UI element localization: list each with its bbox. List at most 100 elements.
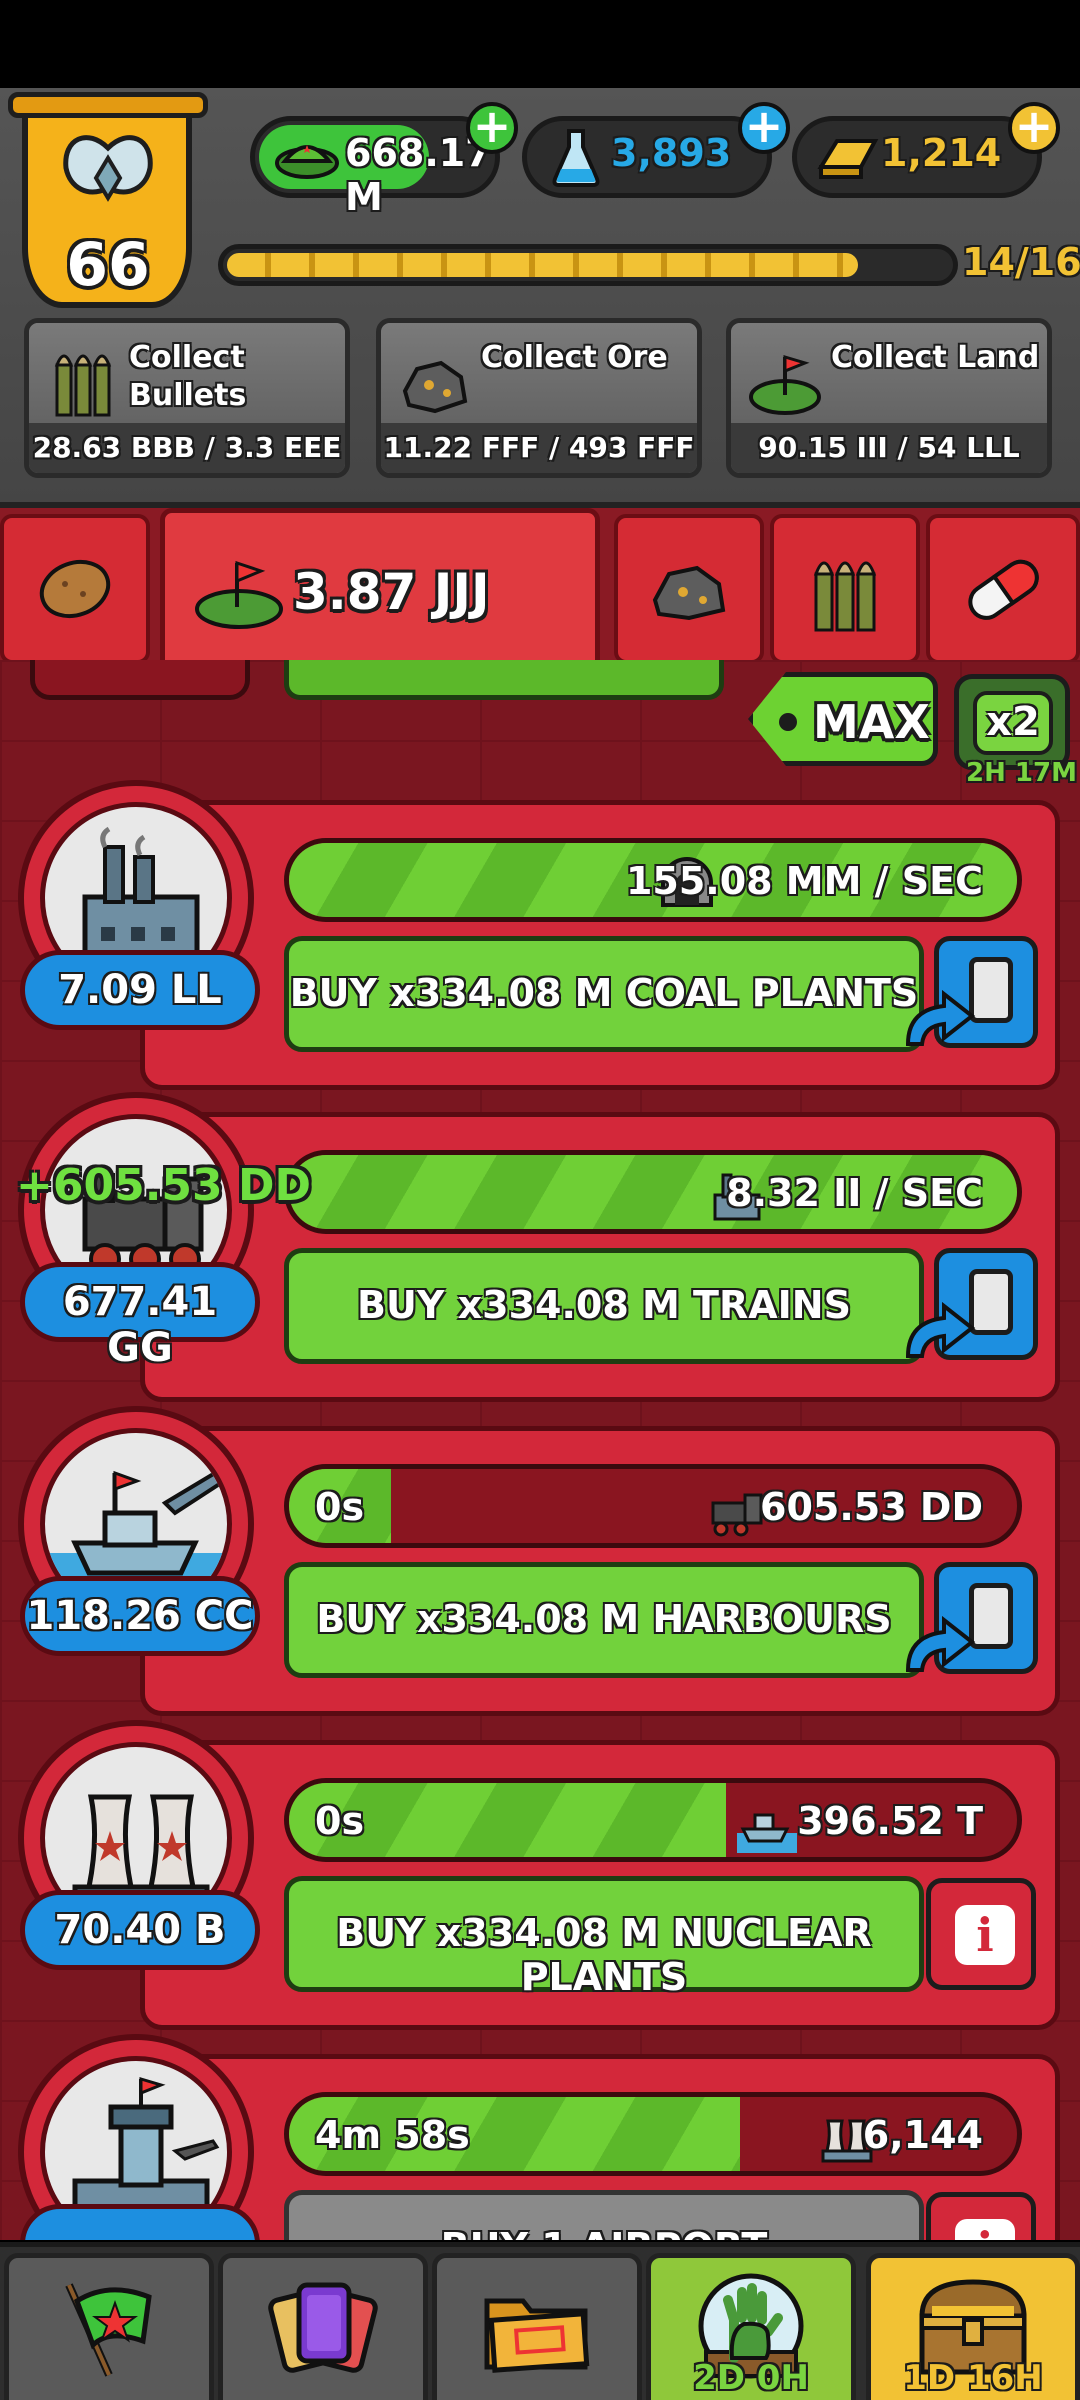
science-value: 3,893 [611,131,732,175]
tab-potato[interactable] [0,514,150,664]
buy-label: BUY x334.08 M COAL PLANTS [289,971,919,1015]
production-timer: 4m 58s [315,2113,470,2157]
buy-harbours-button[interactable]: BUY x334.08 M HARBOURS [284,1562,924,1678]
owned-count: 70.40 B [20,1890,260,1970]
production-rate: 605.53 DD [760,1485,983,1529]
cash-display: 668.17 M [250,116,500,219]
collect-label: Collect Ore [481,339,668,377]
production-rate: 155.08 MM / SEC [625,859,983,903]
cards-icon [268,2282,378,2373]
ore-icon [652,565,726,621]
buy-trains-button[interactable]: BUY x334.08 M TRAINS [284,1248,924,1364]
ore-icon [402,360,468,414]
production-bar: 0s 396.52 T [284,1778,1022,1862]
income-popup: +605.53 DD [16,1160,312,1211]
xp-text: 14/16 [962,240,1080,284]
collect-label-line1: Collect Land [831,340,1040,375]
buy-airport-button[interactable]: BUY 1 AIRPORT [284,2190,924,2240]
player-level: 66 [66,230,150,300]
swap-arrow-icon [905,1302,976,1358]
collect-label-line1: Collect Ore [481,340,668,375]
x2-label: x2 [973,691,1053,755]
collect-land-button[interactable]: Collect Land 90.15 III / 54 LLL [726,318,1052,478]
production-timer: 0s [315,1485,365,1529]
gold-display: 1,214 [792,116,1042,198]
gold-value: 1,214 [881,131,1002,175]
add-gold-button[interactable]: + [1008,102,1060,154]
buy-label: BUY x334.08 M NUCLEAR PLANTS [336,1911,872,1999]
buy-nuclear-plants-button[interactable]: BUY x334.08 M NUCLEAR PLANTS [284,1876,924,1999]
production-timer: 0s [315,1799,365,1843]
xp-bar-fill [227,253,858,277]
add-science-button[interactable]: + [738,102,790,154]
nav-cards[interactable] [218,2253,428,2400]
collect-label: Collect Land [831,339,1039,377]
max-button[interactable]: MAX [748,672,938,766]
owned-value: 70.40 B [54,1907,226,1953]
nav-chest[interactable]: 1D 16H [866,2253,1080,2400]
swap-card-button[interactable] [898,1248,1038,1364]
production-bar: 155.08 MM / SEC [284,838,1022,922]
status-bar [0,0,1080,88]
scrolled-button-remnant [284,660,724,700]
swap-arrow-icon [905,1616,976,1672]
collect-bullets-button[interactable]: Collect Bullets 28.63 BBB / 3.3 EEE [24,318,350,478]
active-tab-value: 3.87 JJJ [293,563,490,621]
wings-rank-icon [63,135,153,202]
list-controls: MAX x2 2H 17M [0,660,1080,788]
flag-icon [65,2283,152,2377]
collect-amount: 90.15 III / 54 LLL [731,423,1047,473]
owned-value: 7.09 LL [58,967,222,1013]
production-bar: 4m 58s 6,144 [284,2092,1022,2176]
banner-rod [8,92,208,118]
add-cash-button[interactable]: + [466,102,518,154]
tab-land[interactable]: 3.87 JJJ [160,508,600,668]
owned-value: 677.41 GG [62,1279,218,1371]
buy-coal-plants-button[interactable]: BUY x334.08 M COAL PLANTS [284,936,924,1052]
level-banner[interactable]: 66 [8,92,208,314]
flask-icon [552,129,600,187]
xp-bar [218,244,958,286]
collect-label: Collect Bullets [129,339,246,415]
tab-bullets[interactable] [770,514,920,664]
bullets-icon [813,561,877,632]
buy-label: BUY x334.08 M TRAINS [357,1283,851,1327]
collect-ore-button[interactable]: Collect Ore 11.22 FFF / 493 FFF [376,318,702,478]
production-rate: 396.52 T [797,1799,983,1843]
swap-arrow-icon [905,990,976,1046]
land-icon [195,560,283,629]
production-bar: 8.32 II / SEC [284,1150,1022,1234]
owned-count: 118.26 CC [20,1576,260,1656]
land-icon [749,354,821,415]
gold-bar-icon [817,139,879,179]
production-rate: 6,144 [862,2113,983,2157]
info-button[interactable]: i [926,2192,1036,2240]
chest-timer: 1D 16H [903,2358,1043,2398]
nav-missions[interactable] [4,2253,214,2400]
scrolled-card-remnant [30,660,250,700]
x2-timer: 2H 17M [966,758,1077,788]
swap-card-button[interactable] [898,936,1038,1052]
folder-icon [484,2298,590,2373]
generator-list[interactable]: MAX x2 2H 17M 7.09 LL 155.08 MM / SEC BU… [0,660,1080,2240]
owned-count [20,2204,260,2240]
event-timer: 2D 0H [693,2358,809,2398]
owned-count: 7.09 LL [20,950,260,1030]
buy-label: BUY x334.08 M HARBOURS [316,1597,892,1641]
nav-research[interactable] [432,2253,642,2400]
swap-card-button[interactable] [898,1562,1038,1678]
owned-count: 677.41 GG [20,1262,260,1371]
harbour-icon [737,1813,797,1853]
tab-pill[interactable] [926,514,1080,664]
potato-icon [39,559,111,619]
tag-hole [779,713,797,731]
info-icon: i [955,1905,1015,1965]
tab-ore[interactable] [614,514,764,664]
collect-amount: 11.22 FFF / 493 FFF [381,423,697,473]
collect-label-line2: Bullets [129,378,247,413]
info-button[interactable]: i [926,1878,1036,1990]
max-button-label: MAX [813,695,930,749]
science-display: 3,893 [522,116,772,198]
x2-boost-button[interactable]: x2 [954,674,1070,770]
nav-event[interactable]: 2D 0H [646,2253,856,2400]
